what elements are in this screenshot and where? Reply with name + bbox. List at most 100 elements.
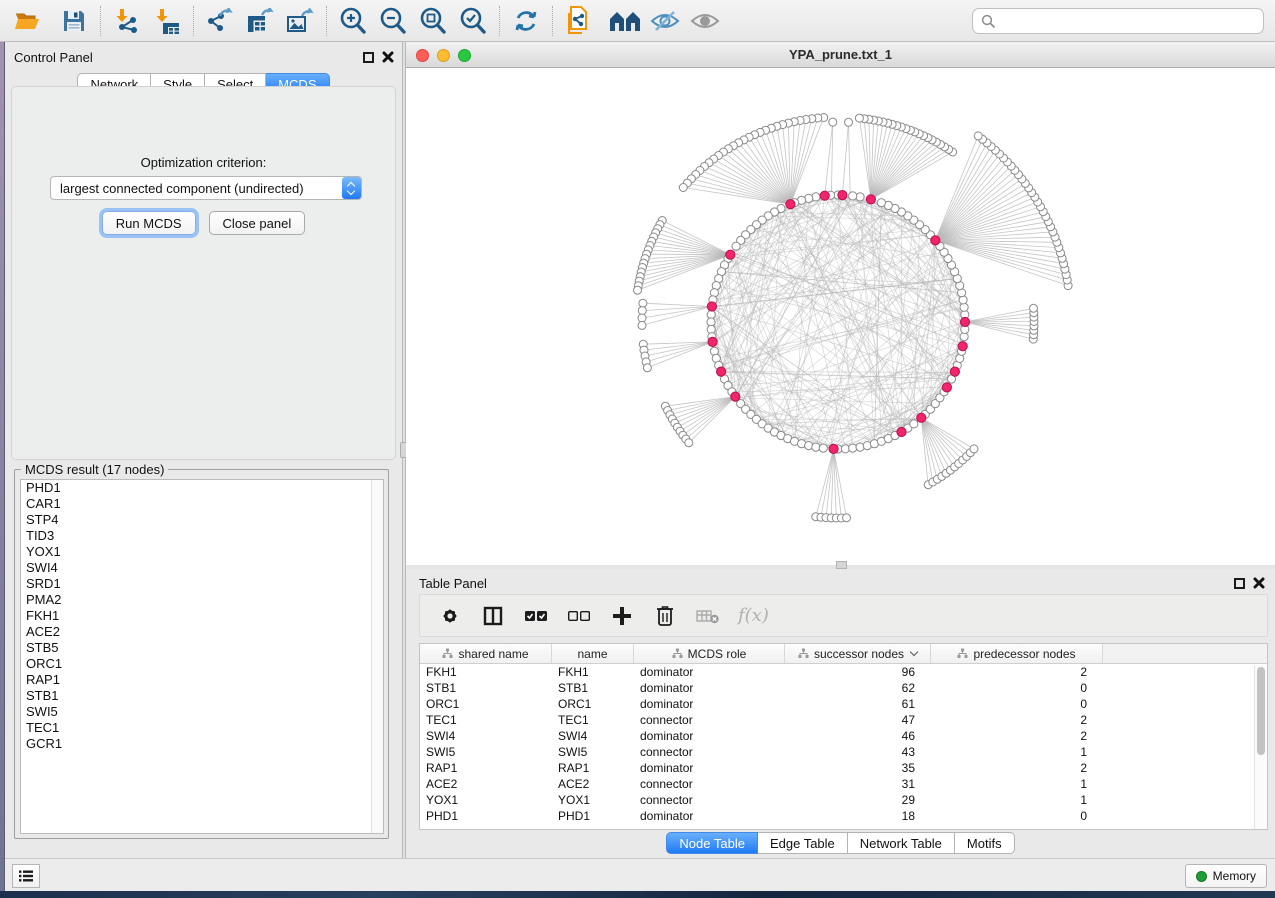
- graph-selected-node[interactable]: [708, 337, 717, 346]
- mcds-result-item[interactable]: SRD1: [21, 576, 383, 592]
- table-row[interactable]: STB1STB1dominator620: [420, 680, 1267, 696]
- graph-leaf-node[interactable]: [855, 114, 863, 122]
- global-search-box[interactable]: [972, 8, 1264, 34]
- float-panel-icon[interactable]: [1234, 578, 1245, 589]
- mcds-result-item[interactable]: SWI4: [21, 560, 383, 576]
- graph-selected-node[interactable]: [786, 200, 795, 209]
- graph-selected-node[interactable]: [942, 383, 951, 392]
- save-session-button[interactable]: [54, 3, 94, 39]
- tab-motifs[interactable]: Motifs: [955, 832, 1015, 854]
- tab-network-table[interactable]: Network Table: [848, 832, 955, 854]
- table-mode-gear-button[interactable]: [437, 603, 463, 629]
- graph-node[interactable]: [849, 444, 857, 452]
- optimization-criterion-select[interactable]: largest connected component (undirected): [50, 176, 362, 200]
- table-scrollbar[interactable]: [1254, 665, 1266, 829]
- select-all-button[interactable]: [523, 603, 549, 629]
- graph-leaf-node[interactable]: [634, 286, 642, 294]
- tab-node-table[interactable]: Node Table: [666, 832, 758, 854]
- graph-node[interactable]: [819, 444, 827, 452]
- tab-edge-table[interactable]: Edge Table: [758, 832, 848, 854]
- graph-selected-node[interactable]: [917, 413, 926, 422]
- table-row[interactable]: YOX1YOX1connector291: [420, 792, 1267, 808]
- mcds-result-item[interactable]: STB5: [21, 640, 383, 656]
- search-input[interactable]: [996, 11, 1263, 31]
- import-table-button[interactable]: [147, 3, 187, 39]
- show-all-button[interactable]: [685, 3, 725, 39]
- network-window-titlebar[interactable]: YPA_prune.txt_1: [406, 42, 1275, 68]
- graph-selected-node[interactable]: [958, 342, 967, 351]
- column-header-MCDS-role[interactable]: MCDS role: [634, 644, 785, 663]
- mcds-result-item[interactable]: YOX1: [21, 544, 383, 560]
- new-network-from-selection-button[interactable]: [559, 3, 599, 39]
- deselect-all-button[interactable]: [566, 603, 592, 629]
- graph-selected-node[interactable]: [950, 367, 959, 376]
- mcds-result-item[interactable]: STP4: [21, 512, 383, 528]
- apply-layout-button[interactable]: [506, 3, 546, 39]
- mcds-result-item[interactable]: RAP1: [21, 672, 383, 688]
- graph-leaf-node[interactable]: [639, 299, 647, 307]
- close-panel-icon[interactable]: [382, 51, 394, 63]
- create-column-button[interactable]: [609, 603, 635, 629]
- graph-node[interactable]: [910, 420, 918, 428]
- import-network-button[interactable]: [107, 3, 147, 39]
- graph-node[interactable]: [856, 193, 864, 201]
- graph-selected-node[interactable]: [931, 236, 940, 245]
- graph-node[interactable]: [877, 199, 885, 207]
- open-file-button[interactable]: [8, 3, 48, 39]
- graph-leaf-node[interactable]: [638, 307, 646, 315]
- run-mcds-button[interactable]: Run MCDS: [102, 211, 196, 235]
- graph-node[interactable]: [960, 303, 968, 311]
- graph-selected-node[interactable]: [829, 444, 838, 453]
- table-row[interactable]: PHD1PHD1dominator180: [420, 808, 1267, 824]
- first-neighbors-button[interactable]: [605, 3, 645, 39]
- graph-selected-node[interactable]: [717, 367, 726, 376]
- export-image-button[interactable]: [280, 3, 320, 39]
- graph-selected-node[interactable]: [960, 317, 969, 326]
- scrollbar-thumb[interactable]: [1257, 667, 1265, 755]
- memory-button[interactable]: Memory: [1185, 864, 1267, 888]
- table-row[interactable]: FKH1FKH1dominator962: [420, 664, 1267, 680]
- mcds-result-item[interactable]: TID3: [21, 528, 383, 544]
- zoom-in-button[interactable]: [333, 3, 373, 39]
- mcds-result-item[interactable]: FKH1: [21, 608, 383, 624]
- graph-selected-node[interactable]: [731, 392, 740, 401]
- mcds-result-list[interactable]: PHD1CAR1STP4TID3YOX1SWI4SRD1PMA2FKH1ACE2…: [20, 479, 384, 834]
- graph-node[interactable]: [849, 192, 857, 200]
- zoom-selected-button[interactable]: [453, 3, 493, 39]
- column-header-name[interactable]: name: [552, 644, 634, 663]
- zoom-out-button[interactable]: [373, 3, 413, 39]
- mcds-result-item[interactable]: TEC1: [21, 720, 383, 736]
- graph-leaf-node[interactable]: [679, 184, 687, 192]
- column-header-successor-nodes[interactable]: successor nodes: [785, 644, 931, 663]
- graph-selected-node[interactable]: [897, 427, 906, 436]
- graph-leaf-node[interactable]: [970, 445, 978, 453]
- function-builder-icon[interactable]: f(x): [738, 605, 769, 626]
- column-header-predecessor-nodes[interactable]: predecessor nodes: [931, 644, 1103, 663]
- graph-leaf-node[interactable]: [829, 118, 837, 126]
- graph-leaf-node[interactable]: [845, 118, 853, 126]
- table-row[interactable]: SWI5SWI5connector431: [420, 744, 1267, 760]
- graph-selected-node[interactable]: [866, 195, 875, 204]
- export-table-button[interactable]: [240, 3, 280, 39]
- graph-node[interactable]: [812, 443, 820, 451]
- export-network-button[interactable]: [200, 3, 240, 39]
- hide-selected-button[interactable]: [645, 3, 685, 39]
- mcds-result-item[interactable]: ORC1: [21, 656, 383, 672]
- graph-leaf-node[interactable]: [974, 132, 982, 140]
- delete-table-button[interactable]: [695, 603, 721, 629]
- table-row[interactable]: TEC1TEC1connector472: [420, 712, 1267, 728]
- float-panel-icon[interactable]: [363, 52, 374, 63]
- zoom-fit-button[interactable]: [413, 3, 453, 39]
- graph-selected-node[interactable]: [707, 302, 716, 311]
- graph-leaf-node[interactable]: [643, 364, 651, 372]
- table-row[interactable]: SWI4SWI4dominator462: [420, 728, 1267, 744]
- mcds-result-item[interactable]: ACE2: [21, 624, 383, 640]
- mcds-result-item[interactable]: PHD1: [21, 480, 383, 496]
- graph-leaf-node[interactable]: [843, 514, 851, 522]
- show-columns-button[interactable]: [480, 603, 506, 629]
- graph-node[interactable]: [732, 242, 740, 250]
- splitter-handle[interactable]: [836, 561, 847, 569]
- graph-selected-node[interactable]: [838, 191, 847, 200]
- mcds-result-item[interactable]: GCR1: [21, 736, 383, 752]
- show-panels-list-button[interactable]: [12, 864, 40, 888]
